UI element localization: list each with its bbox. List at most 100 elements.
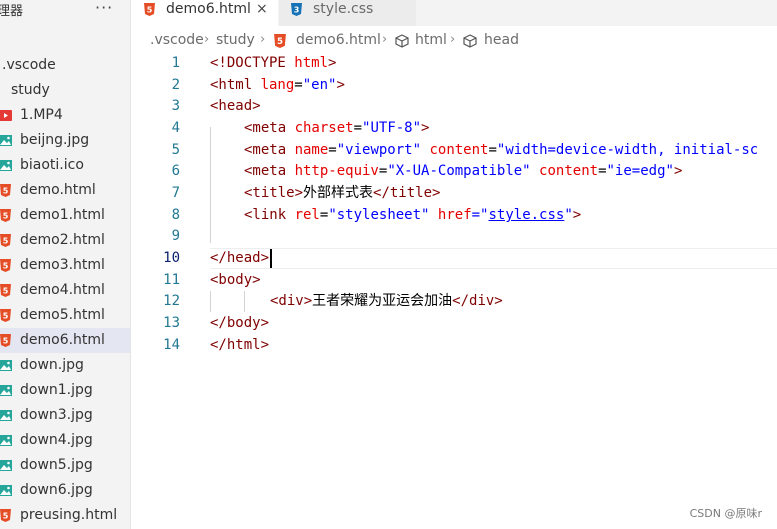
tree-item-label: demo5.html	[20, 307, 105, 323]
code-line: 9	[132, 226, 777, 247]
stylesheet-link[interactable]: style.css	[488, 207, 564, 223]
line-number: 9	[171, 228, 180, 244]
code-text: </head>	[210, 250, 270, 266]
explorer-sidebar: 理器 ··· .vscode study 1.MP4 beijng.jpg bi…	[0, 0, 131, 529]
svg-text:5: 5	[3, 312, 9, 321]
tree-item-label: 1.MP4	[20, 107, 63, 123]
line-number: 3	[171, 98, 180, 114]
html5-icon: 5	[0, 184, 11, 197]
code-line-current: 10 </head>	[132, 248, 777, 269]
file-item-html[interactable]: 5 demo2.html	[0, 228, 130, 253]
tree-item-label: demo1.html	[20, 207, 105, 223]
tree-item-label: demo6.html	[20, 332, 105, 348]
file-item-image[interactable]: down6.jpg	[0, 478, 130, 503]
code-text: <title>外部样式表</title>	[244, 185, 441, 201]
tree-item-label: down6.jpg	[20, 482, 93, 498]
chevron-right-icon: ›	[204, 32, 210, 47]
image-file-icon	[0, 460, 12, 471]
svg-text:5: 5	[3, 262, 9, 271]
tree-item-label: demo4.html	[20, 282, 105, 298]
chevron-right-icon: ›	[382, 32, 388, 47]
code-text: <meta http-equiv="X-UA-Compatible" conte…	[244, 163, 683, 179]
code-line: 3 <head>	[132, 96, 777, 117]
line-number: 11	[163, 272, 180, 288]
video-file-icon	[0, 110, 12, 121]
line-number: 2	[171, 77, 180, 93]
tab-label: style.css	[313, 1, 374, 17]
file-item-image[interactable]: down3.jpg	[0, 403, 130, 428]
breadcrumb-vscode[interactable]: .vscode	[150, 32, 204, 48]
tree-item-label: down.jpg	[20, 357, 84, 373]
tree-item-label: down3.jpg	[20, 407, 93, 423]
line-number: 1	[171, 55, 180, 71]
code-line: 4 <meta charset="UTF-8">	[132, 118, 777, 139]
tree-item-label: preusing.html	[20, 507, 118, 523]
file-item-html-selected[interactable]: 5 demo6.html	[0, 328, 130, 353]
line-number: 4	[171, 120, 180, 136]
file-item-image[interactable]: down1.jpg	[0, 378, 130, 403]
tree-item-label: study	[11, 82, 50, 98]
html5-icon: 5	[0, 334, 11, 347]
breadcrumb-file[interactable]: demo6.html	[296, 32, 381, 48]
more-actions-icon[interactable]: ···	[95, 0, 113, 17]
line-number: 5	[171, 142, 180, 158]
svg-text:5: 5	[3, 237, 9, 246]
file-item-image[interactable]: biaoti.ico	[0, 153, 130, 178]
file-item-image[interactable]: beijng.jpg	[0, 128, 130, 153]
file-item-image[interactable]: down.jpg	[0, 353, 130, 378]
chevron-right-icon: ›	[450, 32, 456, 47]
code-text: <link rel="stylesheet" href="style.css">	[244, 207, 582, 223]
explorer-header: 理器 ···	[0, 0, 130, 22]
image-file-icon	[0, 410, 12, 421]
file-item-html[interactable]: 5 demo1.html	[0, 203, 130, 228]
file-item-html[interactable]: 5 demo.html	[0, 178, 130, 203]
cube-symbol-icon	[463, 34, 477, 48]
file-item-html[interactable]: 5 demo5.html	[0, 303, 130, 328]
line-number: 12	[163, 293, 180, 309]
code-line: 11 <body>	[132, 270, 777, 291]
folder-vscode[interactable]: .vscode	[0, 53, 130, 78]
line-number: 14	[163, 337, 180, 353]
tree-item-label: beijng.jpg	[20, 132, 90, 148]
code-text: <meta name="viewport" content="width=dev…	[244, 142, 759, 158]
explorer-title: 理器	[0, 4, 24, 19]
code-text: <!DOCTYPE html>	[210, 55, 337, 71]
file-item-html[interactable]: 5 demo3.html	[0, 253, 130, 278]
tree-item-label: down4.jpg	[20, 432, 93, 448]
file-item-video[interactable]: 1.MP4	[0, 103, 130, 128]
code-line: 7 <title>外部样式表</title>	[132, 183, 777, 204]
text-caret	[270, 249, 272, 268]
cube-symbol-icon	[395, 34, 409, 48]
tree-item-label: down5.jpg	[20, 457, 93, 473]
code-text: <head>	[210, 98, 261, 114]
svg-text:5: 5	[3, 337, 9, 346]
file-item-image[interactable]: down5.jpg	[0, 453, 130, 478]
close-icon[interactable]: ×	[256, 0, 268, 19]
code-text: <body>	[210, 272, 261, 288]
tab-style-css[interactable]: 3 style.css	[279, 0, 416, 26]
file-item-image[interactable]: down4.jpg	[0, 428, 130, 453]
code-line: 5 <meta name="viewport" content="width=d…	[132, 140, 777, 161]
breadcrumb-head[interactable]: head	[484, 32, 519, 48]
tab-demo6-html[interactable]: 5 demo6.html ×	[132, 0, 278, 26]
svg-text:5: 5	[3, 212, 9, 221]
file-item-html[interactable]: 5 demo4.html	[0, 278, 130, 303]
breadcrumb-study[interactable]: study	[216, 32, 255, 48]
html5-icon: 5	[0, 284, 11, 297]
code-text: <html lang="en">	[210, 77, 345, 93]
line-number: 6	[171, 163, 180, 179]
image-file-icon	[0, 360, 12, 371]
code-editor[interactable]: 1 <!DOCTYPE html> 2 <html lang="en"> 3 <…	[132, 53, 777, 529]
html5-icon: 5	[274, 34, 286, 48]
code-line: 6 <meta http-equiv="X-UA-Compatible" con…	[132, 161, 777, 182]
code-line: 2 <html lang="en">	[132, 75, 777, 96]
tree-item-label: .vscode	[2, 57, 56, 73]
code-text: <div>王者荣耀为亚运会加油</div>	[270, 293, 503, 309]
code-line: 1 <!DOCTYPE html>	[132, 53, 777, 74]
image-file-icon	[0, 160, 12, 171]
folder-study[interactable]: study	[0, 78, 130, 103]
file-item-html[interactable]: 5 preusing.html	[0, 503, 130, 528]
html5-icon: 5	[0, 509, 11, 522]
code-text: </html>	[210, 337, 270, 353]
breadcrumb-html[interactable]: html	[415, 32, 447, 48]
